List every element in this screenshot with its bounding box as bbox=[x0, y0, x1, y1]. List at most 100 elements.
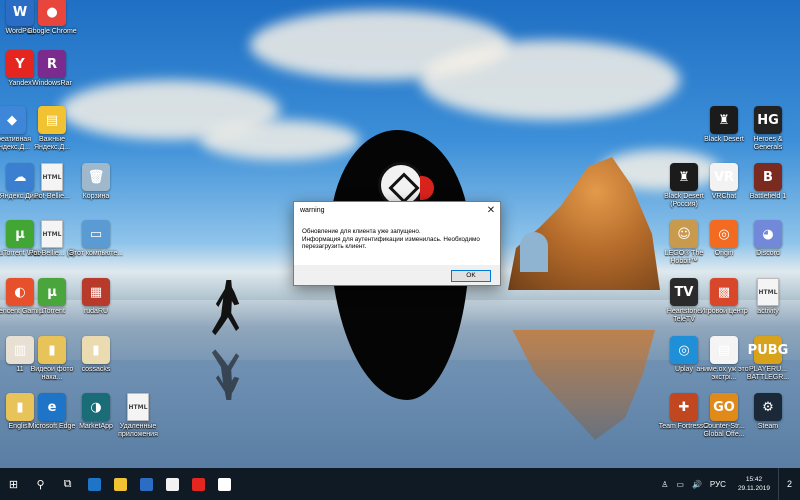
taskbar: ⊞ ⚲ ⧉ ♙ ▭ 🔊 РУС 15:42 29.11.2019 2 bbox=[0, 468, 800, 500]
app-icon: ♜ bbox=[710, 106, 738, 134]
clock-time: 15:42 bbox=[745, 476, 763, 483]
app-icon: ◕ bbox=[754, 220, 782, 248]
dialog-message-line3: перезагрузить клиент. bbox=[302, 243, 367, 251]
dialog-message-line2: Информация для аутентификации изменилась… bbox=[302, 235, 480, 243]
store-app[interactable] bbox=[133, 468, 159, 500]
desktop-icon-left-1[interactable]: ● Google Chrome bbox=[26, 0, 78, 56]
desktop-icon-right-7[interactable]: ◕ Discord bbox=[742, 220, 794, 278]
app-icon: HTML bbox=[41, 163, 63, 191]
app-icon: ▤ bbox=[38, 106, 66, 134]
desktop-icon-left-17[interactable]: ▮ cossacks bbox=[70, 336, 122, 394]
edge-app-icon bbox=[87, 477, 101, 491]
yandex-app-1-icon bbox=[191, 477, 205, 491]
edge-app[interactable] bbox=[81, 468, 107, 500]
dialog-footer: OK bbox=[294, 265, 500, 286]
explorer-app[interactable] bbox=[107, 468, 133, 500]
desktop-icon-label: Heroes & Generals bbox=[753, 136, 783, 151]
app-icon: µ bbox=[38, 278, 66, 306]
yandex-app-2-icon bbox=[217, 477, 231, 491]
desktop-icon-left-21[interactable]: HTML Удаленные приложения bbox=[112, 393, 164, 451]
notification-badge: 2 bbox=[786, 479, 792, 489]
ok-button[interactable]: OK bbox=[451, 269, 491, 282]
desktop-icon-label: cossacks bbox=[81, 366, 111, 373]
app-icon: ▤ bbox=[710, 336, 738, 364]
clock-date: 29.11.2019 bbox=[737, 485, 770, 492]
app-icon: ▮ bbox=[38, 336, 66, 364]
app-icon: HG bbox=[754, 106, 782, 134]
desktop-icon-label: Discord bbox=[756, 250, 780, 257]
task-view-icon[interactable]: ⧉ bbox=[54, 468, 81, 500]
app-icon: ◆ bbox=[0, 106, 26, 134]
desktop-icon-left-5[interactable]: ▤ Важные Яндекс.Д... bbox=[26, 106, 78, 164]
app-icon: ▩ bbox=[710, 278, 738, 306]
clock[interactable]: 15:42 29.11.2019 bbox=[730, 475, 778, 493]
dialog-title: warning bbox=[300, 206, 325, 214]
mail-app-icon bbox=[165, 477, 179, 491]
volume-icon[interactable]: 🔊 bbox=[688, 480, 706, 489]
wallpaper-rock-reflection bbox=[512, 330, 655, 440]
desktop-icon-right-1[interactable]: HG Heroes & Generals bbox=[742, 106, 794, 164]
desktop-icon-left-3[interactable]: R WindowsRar bbox=[26, 50, 78, 108]
desktop-icon-right-10[interactable]: HTML activity bbox=[742, 278, 794, 336]
app-icon: PUBG bbox=[748, 336, 788, 364]
store-app-icon bbox=[139, 477, 153, 491]
app-icon: ◎ bbox=[670, 336, 698, 364]
app-icon: ⚙ bbox=[754, 393, 782, 421]
yandex-app-2[interactable] bbox=[211, 468, 237, 500]
notification-icon[interactable]: 2 bbox=[778, 468, 800, 500]
desktop-icon-right-4[interactable]: B Battlefield 1 bbox=[742, 163, 794, 221]
app-icon: ☺ bbox=[670, 220, 698, 248]
dialog-titlebar[interactable]: warning ✕ bbox=[294, 202, 500, 218]
app-icon: VR bbox=[710, 163, 738, 191]
app-icon: ◎ bbox=[710, 220, 738, 248]
desktop-icon-label: Battlefield 1 bbox=[749, 193, 787, 200]
desktop-icon-right-13[interactable]: PUBG PLAYERU... BATTLEGR... bbox=[742, 336, 794, 394]
app-icon: ◑ bbox=[82, 393, 110, 421]
wallpaper-cloud bbox=[420, 40, 680, 120]
app-icon: ▭ bbox=[82, 220, 110, 248]
app-icon: ▦ bbox=[82, 278, 110, 306]
desktop-icon-label: Steam bbox=[757, 423, 779, 430]
app-icon: HTML bbox=[757, 278, 779, 306]
start-icon[interactable]: ⊞ bbox=[0, 468, 27, 500]
dialog-body: Обновление для клиента уже запущено. Инф… bbox=[294, 218, 500, 265]
app-icon: R bbox=[38, 50, 66, 78]
warning-dialog: warning ✕ Обновление для клиента уже зап… bbox=[293, 201, 501, 286]
dialog-message-line1: Обновление для клиента уже запущено. bbox=[302, 228, 421, 235]
app-icon: ● bbox=[38, 0, 66, 26]
desktop-icon-label: Корзина bbox=[82, 193, 110, 200]
desktop-icon-right-16[interactable]: ⚙ Steam bbox=[742, 393, 794, 451]
desktop-icon-label: Этот компьюте... bbox=[68, 250, 124, 257]
desktop-icon-left-14[interactable]: ▦ rudaRU bbox=[70, 278, 122, 336]
mail-app[interactable] bbox=[159, 468, 185, 500]
desktop-icon-label: Важные Яндекс.Д... bbox=[33, 136, 71, 151]
app-icon: TV bbox=[670, 278, 698, 306]
app-icon: HTML bbox=[41, 220, 63, 248]
pinned-apps bbox=[81, 468, 237, 500]
app-icon: GO bbox=[710, 393, 738, 421]
app-icon: ♜ bbox=[670, 163, 698, 191]
close-icon[interactable]: ✕ bbox=[482, 202, 500, 218]
wallpaper-rock-arch bbox=[520, 232, 548, 272]
desktop-icon-label: rudaRU bbox=[83, 308, 109, 315]
network-icon[interactable]: ▭ bbox=[672, 480, 688, 489]
explorer-app-icon bbox=[113, 477, 127, 491]
yandex-app-1[interactable] bbox=[185, 468, 211, 500]
app-icon: HTML bbox=[127, 393, 149, 421]
desktop-icon-label: Google Chrome bbox=[27, 28, 77, 35]
app-icon: e bbox=[38, 393, 66, 421]
app-icon: B bbox=[754, 163, 782, 191]
desktop-icon-label: Удаленные приложения bbox=[118, 423, 158, 438]
search-icon[interactable]: ⚲ bbox=[27, 468, 54, 500]
desktop-icon-left-8[interactable]: 🗑 Корзина bbox=[70, 163, 122, 221]
app-icon: ▮ bbox=[82, 336, 110, 364]
desktop-icon-label: WindowsRar bbox=[32, 80, 72, 87]
system-tray: ♙ ▭ 🔊 РУС 15:42 29.11.2019 2 bbox=[657, 468, 800, 500]
wallpaper-cloud bbox=[200, 120, 360, 160]
app-icon: 🗑 bbox=[82, 163, 110, 191]
desktop-icon-label: PLAYERU... BATTLEGR... bbox=[746, 366, 790, 381]
app-icon: ✚ bbox=[670, 393, 698, 421]
language-indicator[interactable]: РУС bbox=[706, 480, 730, 489]
people-icon[interactable]: ♙ bbox=[657, 480, 672, 489]
desktop-icon-left-11[interactable]: ▭ Этот компьюте... bbox=[68, 220, 124, 278]
